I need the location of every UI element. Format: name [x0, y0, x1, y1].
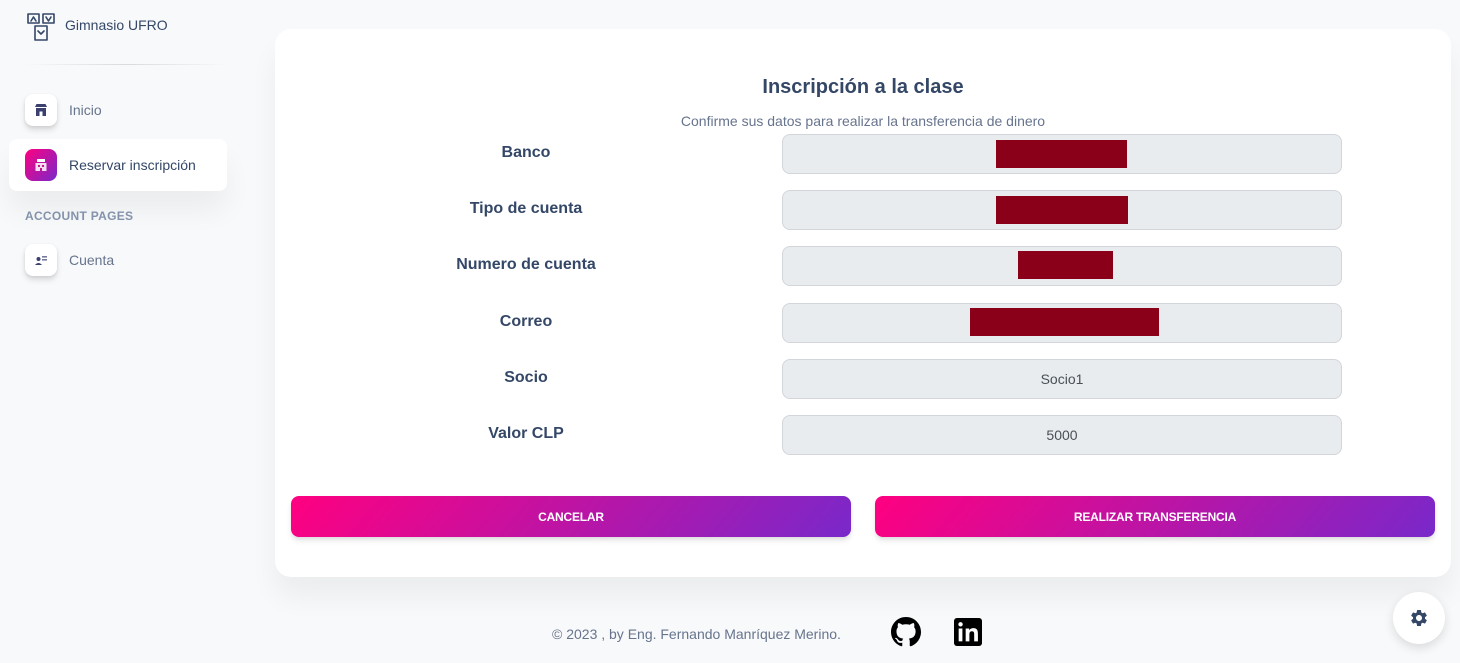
socio-label: Socio: [504, 369, 548, 386]
linkedin-icon[interactable]: [954, 618, 982, 646]
form-row-correo: Correo: [275, 303, 1451, 343]
sidebar-item-label: Reservar inscripción: [69, 157, 196, 173]
sidebar-item-reservar-inscripcion[interactable]: Reservar inscripción: [9, 139, 227, 191]
sidebar-item-inicio[interactable]: Inicio: [9, 84, 227, 136]
socio-field[interactable]: [782, 359, 1342, 399]
redaction-block: [996, 196, 1128, 224]
tipo-de-cuenta-label: Tipo de cuenta: [469, 200, 583, 217]
user-card-icon: [25, 244, 57, 276]
valor-clp-field[interactable]: [782, 415, 1342, 455]
redaction-block: [1018, 251, 1113, 279]
form-row-tipo-de-cuenta: Tipo de cuenta: [275, 190, 1451, 230]
sidebar-item-cuenta[interactable]: Cuenta: [9, 234, 227, 286]
footer-copyright: © 2023 , by Eng. Fernando Manríquez Meri…: [552, 626, 841, 642]
office-icon: [25, 149, 57, 181]
correo-label: Correo: [499, 313, 553, 330]
form-row-banco: Banco: [275, 134, 1451, 174]
page-subtitle: Confirme sus datos para realizar la tran…: [680, 113, 1046, 129]
shop-icon: [25, 94, 57, 126]
gear-icon: [1411, 610, 1427, 626]
sidebar-divider: [24, 64, 230, 65]
valor-clp-label: Valor CLP: [488, 425, 564, 442]
banco-label: Banco: [501, 144, 551, 161]
numero-de-cuenta-label: Numero de cuenta: [456, 256, 596, 273]
brand-logo-icon: [27, 13, 55, 41]
page-title: Inscripción a la clase: [762, 76, 964, 98]
section-heading-account-pages: ACCOUNT PAGES: [25, 209, 134, 223]
make-transfer-button[interactable]: REALIZAR TRANSFERENCIA: [875, 496, 1435, 537]
sidebar: Gimnasio UFRO Inicio Reservar inscripció…: [0, 0, 240, 663]
cancel-button[interactable]: CANCELAR: [291, 496, 851, 537]
form-row-numero-de-cuenta: Numero de cuenta: [275, 246, 1451, 286]
github-icon[interactable]: [891, 617, 921, 647]
redaction-block: [996, 140, 1127, 168]
form-row-socio: Socio: [275, 359, 1451, 399]
settings-button[interactable]: [1393, 592, 1445, 644]
brand[interactable]: Gimnasio UFRO: [26, 12, 168, 42]
redaction-block: [970, 308, 1159, 336]
inscription-card: Inscripción a la clase Confirme sus dato…: [275, 29, 1451, 577]
sidebar-item-label: Cuenta: [69, 252, 115, 268]
brand-name: Gimnasio UFRO: [65, 17, 168, 33]
form-row-valor-clp: Valor CLP: [275, 415, 1451, 455]
sidebar-item-label: Inicio: [69, 102, 102, 118]
